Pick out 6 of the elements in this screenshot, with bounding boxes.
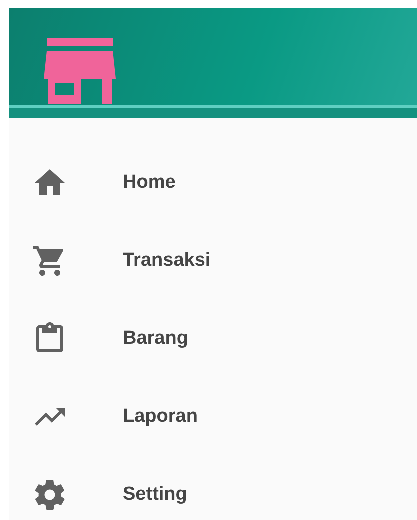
- menu-item[interactable]: Barang: [123, 328, 188, 350]
- menu-item[interactable]: Transaksi: [123, 250, 211, 272]
- menu-item[interactable]: Setting: [123, 484, 188, 506]
- menu-item[interactable]: Home: [123, 172, 176, 194]
- store-icon: [43, 38, 117, 104]
- menu-item[interactable]: Laporan: [123, 406, 198, 428]
